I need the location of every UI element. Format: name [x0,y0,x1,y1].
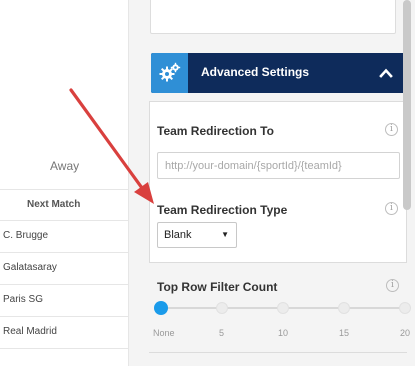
arrow-shaft [69,88,144,190]
annotation-arrow [69,88,154,204]
arrow-head [134,182,154,204]
